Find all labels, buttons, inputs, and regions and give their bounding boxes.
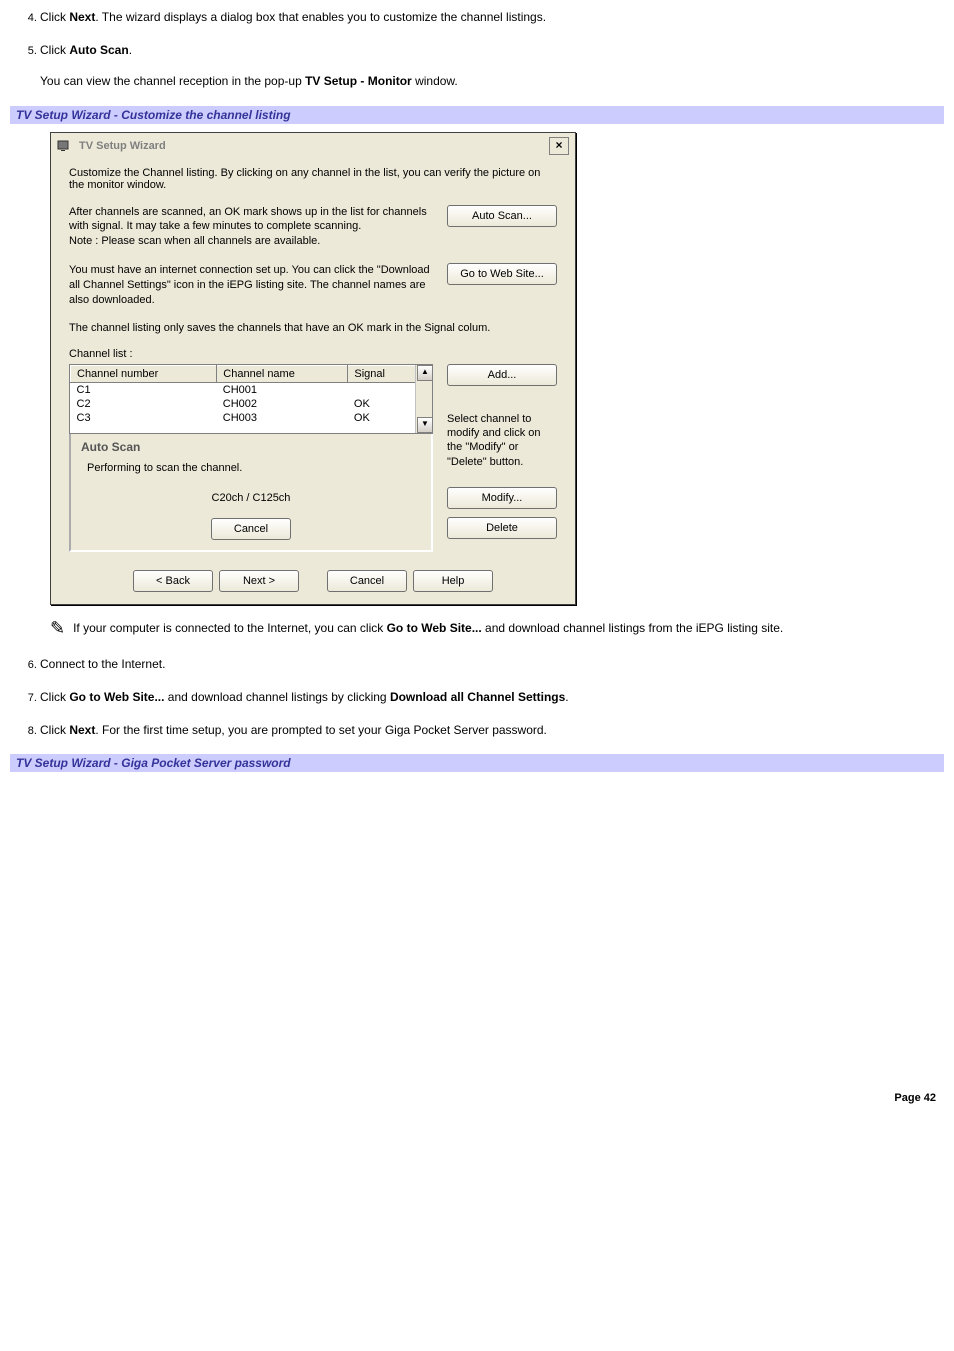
dialog-intro: Customize the Channel listing. By clicki… — [69, 167, 557, 191]
auto-scan-dialog: Auto Scan Performing to scan the channel… — [69, 432, 433, 552]
step-4-bold: Next — [69, 10, 95, 24]
col-channel-number[interactable]: Channel number — [71, 365, 217, 382]
dialog-titlebar: TV Setup Wizard × — [51, 133, 575, 159]
scan-text-1: After channels are scanned, an OK mark s… — [69, 205, 433, 235]
tip-pre: If your computer is connected to the Int… — [73, 621, 387, 635]
modify-button[interactable]: Modify... — [447, 487, 557, 509]
table-row[interactable]: C3 CH003 OK — [71, 411, 416, 425]
step-4-post: . The wizard displays a dialog box that … — [95, 10, 546, 24]
tip-bold: Go to Web Site... — [387, 621, 482, 635]
channel-list-label: Channel list : — [69, 348, 557, 360]
modify-hint: Select channel to modify and click on th… — [447, 412, 557, 469]
cancel-button[interactable]: Cancel — [327, 570, 407, 592]
col-signal[interactable]: Signal — [348, 365, 416, 382]
next-button[interactable]: Next > — [219, 570, 299, 592]
go-to-web-site-button[interactable]: Go to Web Site... — [447, 263, 557, 285]
step-5: Click Auto Scan. You can view the channe… — [40, 41, 944, 91]
step-5-sub-bold: TV Setup - Monitor — [305, 74, 412, 88]
auto-scan-message: Performing to scan the channel. — [87, 462, 421, 474]
table-row[interactable]: C1 CH001 — [71, 382, 416, 397]
scroll-down-icon[interactable]: ▼ — [417, 417, 433, 433]
step-5-post: . — [129, 43, 132, 57]
list-scrollbar[interactable]: ▲ ▼ — [415, 365, 432, 433]
delete-button[interactable]: Delete — [447, 517, 557, 539]
tip-note: ✎ If your computer is connected to the I… — [50, 619, 944, 637]
table-row[interactable]: C2 CH002 OK — [71, 397, 416, 411]
app-icon — [57, 138, 73, 154]
auto-scan-button[interactable]: Auto Scan... — [447, 205, 557, 227]
tv-setup-wizard-dialog: TV Setup Wizard × Customize the Channel … — [50, 132, 576, 605]
step-5-sub-pre: You can view the channel reception in th… — [40, 74, 305, 88]
step-6: Connect to the Internet. — [40, 655, 944, 674]
add-button[interactable]: Add... — [447, 364, 557, 386]
pencil-icon: ✎ — [50, 619, 65, 637]
scroll-up-icon[interactable]: ▲ — [417, 365, 433, 381]
dialog-title: TV Setup Wizard — [79, 140, 166, 152]
step-4: Click Next. The wizard displays a dialog… — [40, 8, 944, 27]
back-button[interactable]: < Back — [133, 570, 213, 592]
col-channel-name[interactable]: Channel name — [217, 365, 348, 382]
auto-scan-title: Auto Scan — [81, 440, 421, 454]
auto-scan-progress: C20ch / C125ch — [81, 492, 421, 504]
section-title-password: TV Setup Wizard - Giga Pocket Server pas… — [10, 754, 944, 772]
page-number: Page 42 — [10, 1092, 944, 1104]
step-5-sub-post: window. — [412, 74, 458, 88]
section-title-customize: TV Setup Wizard - Customize the channel … — [10, 106, 944, 124]
step-4-pre: Click — [40, 10, 69, 24]
close-button[interactable]: × — [549, 137, 569, 155]
step-7: Click Go to Web Site... and download cha… — [40, 688, 944, 707]
auto-scan-cancel-button[interactable]: Cancel — [211, 518, 291, 540]
save-note: The channel listing only saves the chann… — [69, 322, 557, 334]
scan-text-2: Note : Please scan when all channels are… — [69, 234, 433, 249]
tip-post: and download channel listings from the i… — [482, 621, 784, 635]
web-text: You must have an internet connection set… — [69, 263, 433, 308]
help-button[interactable]: Help — [413, 570, 493, 592]
step-5-bold: Auto Scan — [69, 43, 128, 57]
table-header-row: Channel number Channel name Signal — [71, 365, 416, 382]
channel-list[interactable]: Channel number Channel name Signal C1 CH… — [69, 364, 433, 434]
step-5-pre: Click — [40, 43, 69, 57]
step-8: Click Next. For the first time setup, yo… — [40, 721, 944, 740]
